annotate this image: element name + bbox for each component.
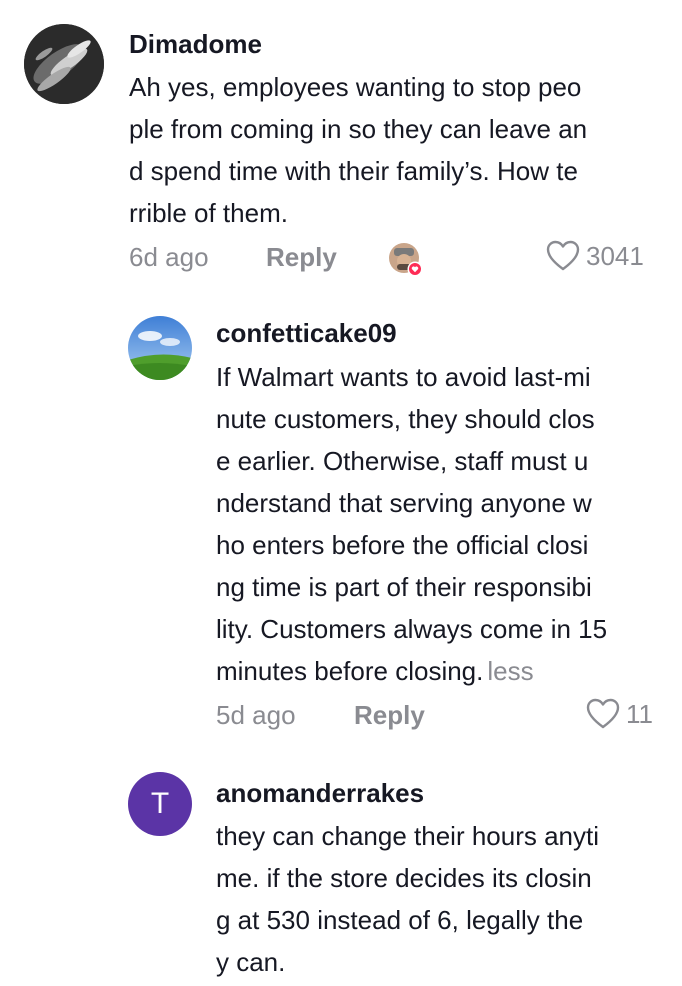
sky-field-avatar-icon — [128, 316, 192, 380]
comment-text-line: y can. — [216, 947, 286, 977]
creator-liked-badge-icon — [388, 242, 424, 278]
comment-text-line: ple from coming in so they can leave an — [129, 114, 588, 144]
comment-text-line: me. if the store decides its closin — [216, 863, 592, 893]
comment-text-line: e earlier. Otherwise, staff must u — [216, 446, 589, 476]
comment-text: If Walmart wants to avoid last-mi nute c… — [216, 356, 607, 692]
comment-text-line: nderstand that serving anyone w — [216, 488, 592, 518]
comment-text-tail: minutes before closing. — [216, 656, 484, 686]
comment-text-line: If Walmart wants to avoid last-mi — [216, 362, 591, 392]
avatar[interactable]: T — [128, 772, 192, 836]
comment-username[interactable]: confetticake09 — [216, 318, 397, 349]
comment-text-line: they can change their hours anyti — [216, 821, 600, 851]
comment-timestamp: 5d ago — [216, 700, 296, 730]
less-link[interactable]: less — [487, 656, 533, 686]
comment-dimadome: Dimadome Ah yes, employees wanting to st… — [0, 0, 682, 300]
dark-abstract-avatar-icon — [24, 24, 104, 104]
comment-text-line: ho enters before the official closi — [216, 530, 589, 560]
reply-button[interactable]: Reply — [354, 700, 425, 731]
reply-button[interactable]: Reply — [266, 242, 337, 273]
comment-text-line: g at 530 instead of 6, legally the — [216, 905, 584, 935]
comment-username[interactable]: Dimadome — [129, 29, 262, 60]
comment-text-line: rrible of them. — [129, 198, 288, 228]
comment-text-line: ng time is part of their responsibi — [216, 572, 592, 602]
comment-anomanderrakes: T anomanderrakes they can change their h… — [0, 760, 682, 986]
avatar[interactable] — [24, 24, 104, 104]
comment-text-line: d spend time with their family’s. How te — [129, 156, 578, 186]
avatar[interactable] — [128, 316, 192, 380]
comment-timestamp: 6d ago — [129, 242, 209, 272]
heart-icon — [586, 698, 620, 729]
heart-icon — [546, 240, 580, 271]
like-button[interactable]: 11 — [586, 698, 653, 730]
avatar-letter: T — [150, 787, 170, 820]
comment-text: they can change their hours anyti me. if… — [216, 815, 599, 983]
comment-text-line: lity. Customers always come in 15 — [216, 614, 608, 644]
comment-text: Ah yes, employees wanting to stop peo pl… — [129, 66, 587, 234]
comment-text-line: Ah yes, employees wanting to stop peo — [129, 72, 582, 102]
like-count: 3041 — [586, 240, 644, 271]
comment-text-line: nute customers, they should clos — [216, 404, 595, 434]
like-count: 11 — [626, 698, 653, 729]
like-button[interactable]: 3041 — [546, 240, 644, 272]
comment-username[interactable]: anomanderrakes — [216, 778, 424, 809]
comment-text-line: minutes before closing. less — [216, 650, 607, 692]
comment-confetticake09: confetticake09 If Walmart wants to avoid… — [0, 300, 682, 760]
